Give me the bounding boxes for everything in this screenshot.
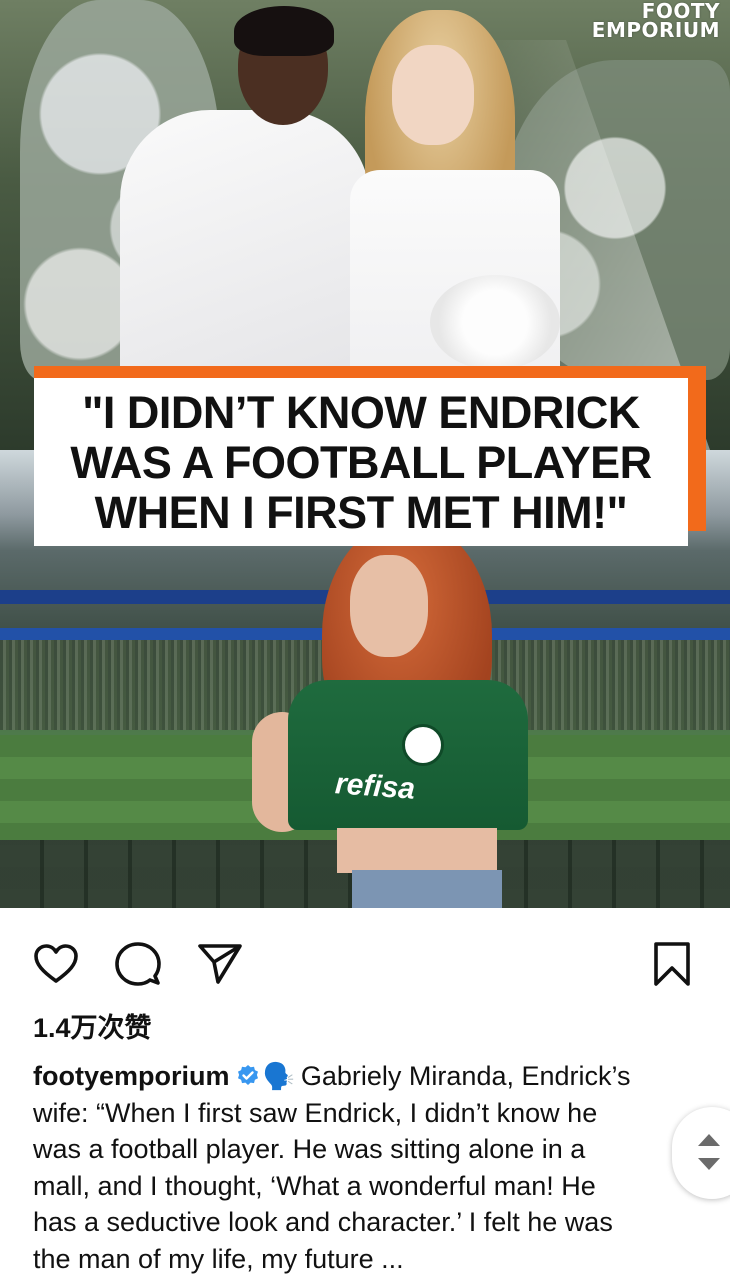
caption-line-2: wife: “When I first saw Endrick, I didn’… [33,1097,598,1128]
headline-line-1: "I DIDN’T KNOW ENDRICK [82,387,640,438]
paper-plane-icon[interactable] [196,940,244,988]
post-action-bar [0,908,730,1008]
model-face [350,555,428,657]
club-crest [402,724,444,766]
post-image[interactable]: refisa "I DIDN’T KNOW ENDRICK WAS A FOOT… [0,0,730,908]
groom-hair [234,6,334,56]
username-link[interactable]: footyemporium [33,1061,230,1091]
footy-emporium-logo: FOOTY EMPORIUM [591,1,720,42]
jersey-sponsor-text: refisa [333,767,417,806]
scroll-down-arrow-icon[interactable] [698,1158,720,1170]
headline-box: "I DIDN’T KNOW ENDRICK WAS A FOOTBALL PL… [34,378,688,546]
verified-badge-icon [236,1061,260,1085]
caption-line-6: the man of my life, my future ... [33,1243,404,1274]
model-jeans [352,870,502,908]
post-caption: footyemporium 🗣️ Gabriely Miranda, Endrick… [33,1058,695,1277]
headline-line-3: WHEN I FIRST MET HIM!" [94,487,628,538]
caption-line-3: was a football player. He was sitting al… [33,1134,586,1164]
caption-line-4: mall, and I thought, ‘What a wonderful m… [33,1170,596,1201]
model-midriff [337,828,497,873]
speaking-head-emoji: 🗣️ [262,1061,295,1091]
caption-line-1: Gabriely Miranda, Endrick’s [300,1061,631,1091]
scroll-up-arrow-icon[interactable] [698,1134,720,1146]
headline-line-2: WAS A FOOTBALL PLAYER [70,437,652,488]
bookmark-icon[interactable] [648,940,696,988]
comment-bubble-icon[interactable] [114,940,162,988]
caption-line-5: has a seductive look and character.’ I f… [33,1207,613,1237]
like-count[interactable]: 1.4万次赞 [33,1006,152,1045]
bride-face [392,45,474,145]
groom-white-suit [120,110,370,410]
heart-icon[interactable] [32,940,80,988]
bouquet [430,275,560,370]
logo-line-2: EMPORIUM [591,18,720,42]
